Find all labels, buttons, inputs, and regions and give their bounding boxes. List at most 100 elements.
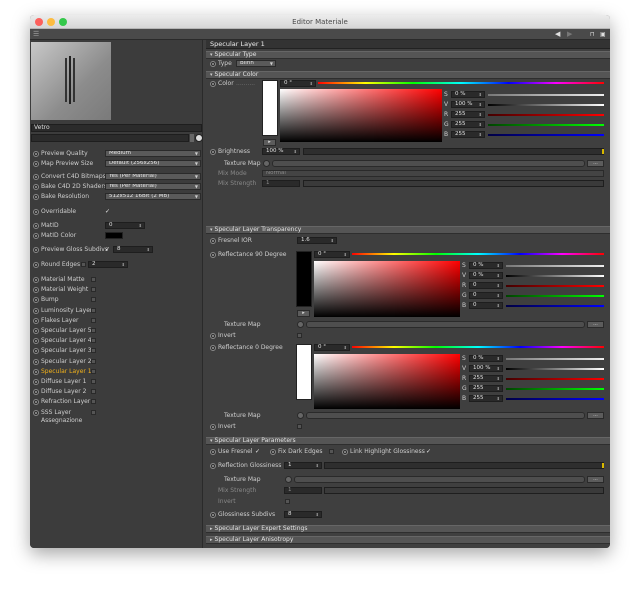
refl90-swatch[interactable] <box>296 251 312 307</box>
refl90-channel-r-slider[interactable] <box>506 285 604 287</box>
preview-gloss-checkbox[interactable]: ✓ <box>105 246 110 254</box>
section-expert-settings[interactable]: ▸ Specular Layer Expert Settings <box>206 525 610 533</box>
close-window-button[interactable] <box>35 18 43 26</box>
refl0-hue-slider[interactable] <box>352 346 604 348</box>
overridable-checkbox[interactable]: ✓ <box>105 208 110 216</box>
refl-gloss-field[interactable]: 1 ⬍ <box>284 462 322 469</box>
link-highlight-checkbox[interactable]: ✓ <box>426 448 431 456</box>
layer-checkbox[interactable] <box>91 410 96 415</box>
invert-checkbox[interactable] <box>297 333 302 338</box>
map-preview-size-dropdown[interactable]: Default (256x256) ▼ <box>105 160 201 167</box>
minimize-window-button[interactable] <box>47 18 55 26</box>
mix-strength2-slider[interactable] <box>324 487 604 494</box>
refl90-channel-g-field[interactable]: 0 ⬍ <box>469 292 503 299</box>
color-sv-picker[interactable] <box>280 89 442 142</box>
layer-radio[interactable] <box>33 399 39 405</box>
texture-map-toggle[interactable] <box>263 160 270 167</box>
section-specular-color[interactable]: ▾ Specular Color <box>206 71 610 79</box>
layer-checkbox[interactable] <box>91 389 96 394</box>
color-channel-r-slider[interactable] <box>488 114 604 116</box>
invert2-checkbox[interactable] <box>297 424 302 429</box>
round-edges-radio[interactable] <box>33 262 39 268</box>
preview-gloss-radio[interactable] <box>33 247 39 253</box>
layer-checkbox[interactable] <box>91 277 96 282</box>
layer-checkbox[interactable] <box>91 359 96 364</box>
bake-c4d-radio[interactable] <box>33 184 39 190</box>
invert3-checkbox[interactable] <box>285 499 290 504</box>
layer-item[interactable]: Specular Layer 5 <box>41 327 92 335</box>
refl90-channel-s-slider[interactable] <box>506 265 604 267</box>
scroll-handle[interactable] <box>190 134 194 142</box>
refl-gloss-radio[interactable] <box>210 463 216 469</box>
fresnel-ior-field[interactable]: 1.6 ⬍ <box>297 237 337 244</box>
gloss-subdivs-field[interactable]: 8 ⬍ <box>284 511 322 518</box>
material-search-field[interactable] <box>31 134 189 142</box>
gloss-subdivs-radio[interactable] <box>210 512 216 518</box>
color-channel-v-slider[interactable] <box>488 104 604 106</box>
texture-map2-slot[interactable] <box>306 321 585 328</box>
matid-color-swatch[interactable] <box>105 232 123 239</box>
specular-color-swatch[interactable] <box>262 80 278 136</box>
matid-radio[interactable] <box>33 223 39 229</box>
fresnel-ior-radio[interactable] <box>210 238 216 244</box>
material-name-field[interactable]: Vetro <box>31 124 202 132</box>
refl0-channel-g-field[interactable]: 255 ⬍ <box>469 385 503 392</box>
fix-dark-checkbox[interactable] <box>329 449 334 454</box>
type-radio[interactable] <box>210 61 216 67</box>
layer-item[interactable]: Specular Layer 1 <box>41 368 92 376</box>
layer-radio[interactable] <box>33 277 39 283</box>
invert2-radio[interactable] <box>210 424 216 430</box>
layer-item[interactable]: Bump <box>41 296 59 304</box>
section-specular-type[interactable]: ▾ Specular Type <box>206 51 610 59</box>
texture-map4-browse-button[interactable]: ... <box>587 476 604 483</box>
refl0-channel-r-field[interactable]: 255 ⬍ <box>469 375 503 382</box>
color-radio[interactable] <box>210 81 216 87</box>
refl0-channel-v-slider[interactable] <box>506 368 604 370</box>
mix-strength-field[interactable]: 1 <box>262 180 300 187</box>
layer-radio[interactable] <box>33 359 39 365</box>
refl90-options-button[interactable]: ▸ <box>297 310 310 317</box>
material-preview[interactable] <box>31 42 111 120</box>
refl90-channel-r-field[interactable]: 0 ⬍ <box>469 282 503 289</box>
layer-radio[interactable] <box>33 287 39 293</box>
layer-checkbox[interactable] <box>91 379 96 384</box>
refl0-channel-b-field[interactable]: 255 ⬍ <box>469 395 503 402</box>
layer-radio[interactable] <box>33 308 39 314</box>
refresh-icon[interactable] <box>195 134 203 142</box>
brightness-radio[interactable] <box>210 149 216 155</box>
refl90-channel-v-field[interactable]: 0 % ⬍ <box>469 272 503 279</box>
texture-map4-toggle[interactable] <box>285 476 292 483</box>
link-highlight-radio[interactable] <box>342 449 348 455</box>
type-dropdown[interactable]: Blinn ▼ <box>236 60 276 67</box>
mix-strength2-field[interactable]: 1 <box>284 487 322 494</box>
refl0-swatch[interactable] <box>296 344 312 400</box>
color-hue-slider[interactable] <box>318 82 604 84</box>
layer-item[interactable]: Diffuse Layer 1 <box>41 378 86 386</box>
refl90-hue-slider[interactable] <box>352 253 604 255</box>
layer-checkbox[interactable] <box>91 318 96 323</box>
refl90-hue-field[interactable]: 0 ° ⬍ <box>314 251 350 258</box>
texture-map4-slot[interactable] <box>294 476 585 483</box>
refl90-channel-b-field[interactable]: 0 ⬍ <box>469 302 503 309</box>
matid-color-radio[interactable] <box>33 233 39 239</box>
refl0-channel-s-field[interactable]: 0 % ⬍ <box>469 355 503 362</box>
color-channel-g-slider[interactable] <box>488 124 604 126</box>
lock-icon[interactable]: ⊓ <box>590 30 595 39</box>
section-anisotropy[interactable]: ▸ Specular Layer Anisotropy <box>206 536 610 544</box>
section-specular-transparency[interactable]: ▾ Specular Layer Transparency <box>206 226 610 234</box>
convert-c4d-radio[interactable] <box>33 174 39 180</box>
assegnazione-link[interactable]: Assegnazione <box>41 417 82 425</box>
expand-icon[interactable]: ▣ <box>600 30 606 39</box>
overridable-radio[interactable] <box>33 209 39 215</box>
layer-item[interactable]: Material Weight <box>41 286 88 294</box>
preview-quality-radio[interactable] <box>33 151 39 157</box>
back-arrow-icon[interactable]: ◀ <box>555 30 560 39</box>
refl0-channel-s-slider[interactable] <box>506 358 604 360</box>
layer-radio[interactable] <box>33 389 39 395</box>
refl0-channel-g-slider[interactable] <box>506 388 604 390</box>
refl0-radio[interactable] <box>210 345 216 351</box>
layer-radio[interactable] <box>33 410 39 416</box>
fix-dark-radio[interactable] <box>270 449 276 455</box>
texture-map2-toggle[interactable] <box>297 321 304 328</box>
use-fresnel-checkbox[interactable]: ✓ <box>255 448 260 456</box>
